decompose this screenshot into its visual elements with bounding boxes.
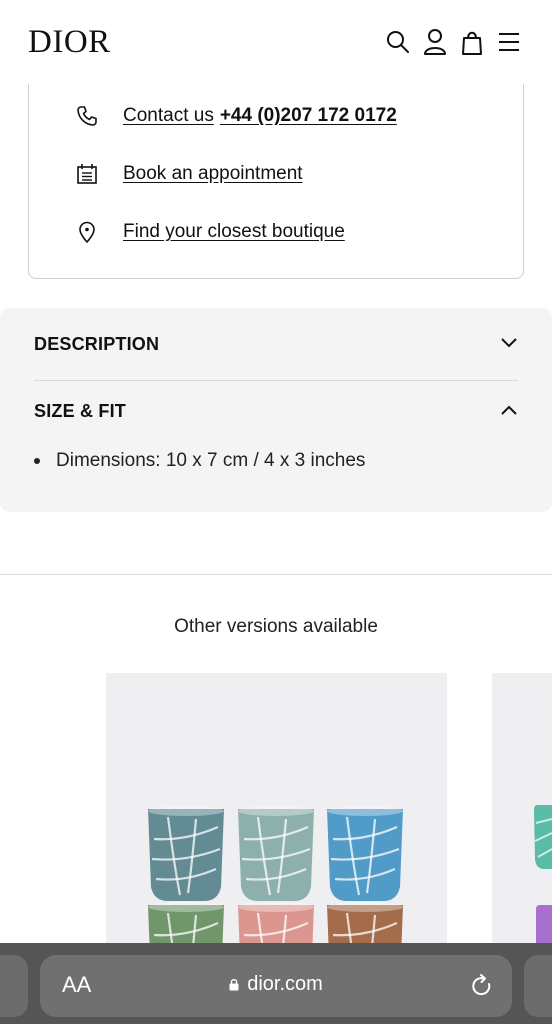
product-card[interactable] [106, 673, 447, 997]
next-tab[interactable] [524, 955, 552, 1017]
product-details-accordion: DESCRIPTION SIZE & FIT Dimensions: 10 x … [0, 308, 552, 512]
accordion-divider [34, 380, 518, 381]
tumbler-set-image [148, 806, 403, 997]
url-display[interactable]: dior.com [40, 973, 512, 996]
location-pin-icon [75, 220, 99, 244]
book-appointment-link[interactable]: Book an appointment [75, 159, 303, 189]
description-accordion-header[interactable]: DESCRIPTION [34, 334, 518, 355]
description-title: DESCRIPTION [34, 334, 160, 354]
section-divider [0, 574, 552, 575]
book-appointment-label[interactable]: Book an appointment [123, 163, 303, 185]
chevron-up-icon[interactable] [500, 403, 518, 421]
contact-us-label[interactable]: Contact us [123, 105, 214, 127]
browser-toolbar: AA dior.com [0, 943, 552, 1024]
tumbler-image-partial [534, 805, 552, 953]
phone-number[interactable]: +44 (0)207 172 0172 [220, 105, 397, 127]
previous-tab[interactable] [0, 955, 28, 1017]
lock-icon [229, 979, 239, 991]
size-fit-title: SIZE & FIT [34, 401, 126, 421]
find-boutique-label[interactable]: Find your closest boutique [123, 221, 345, 243]
chevron-down-icon[interactable] [500, 336, 518, 354]
size-fit-item: Dimensions: 10 x 7 cm / 4 x 3 inches [34, 450, 365, 472]
phone-icon [75, 104, 99, 128]
reload-icon[interactable] [468, 972, 496, 1000]
account-icon[interactable] [421, 28, 449, 56]
site-header: DIOR [0, 0, 552, 84]
product-card-next[interactable] [492, 673, 552, 953]
bullet-dot [34, 458, 40, 464]
size-fit-accordion-header[interactable]: SIZE & FIT [34, 401, 518, 422]
other-versions-title: Other versions available [174, 616, 378, 637]
contact-us-link[interactable]: Contact us +44 (0)207 172 0172 [75, 101, 397, 131]
search-icon[interactable] [384, 28, 412, 56]
dior-logo[interactable]: DIOR [28, 24, 111, 61]
address-bar[interactable]: AA dior.com [40, 955, 512, 1017]
url-text: dior.com [247, 973, 323, 995]
contact-box: Contact us +44 (0)207 172 0172 Book an a… [28, 60, 524, 279]
find-boutique-link[interactable]: Find your closest boutique [75, 217, 345, 247]
dimensions-text: Dimensions: 10 x 7 cm / 4 x 3 inches [56, 450, 366, 471]
menu-icon[interactable] [495, 28, 523, 56]
calendar-icon [75, 162, 99, 186]
bag-icon[interactable] [458, 28, 486, 56]
